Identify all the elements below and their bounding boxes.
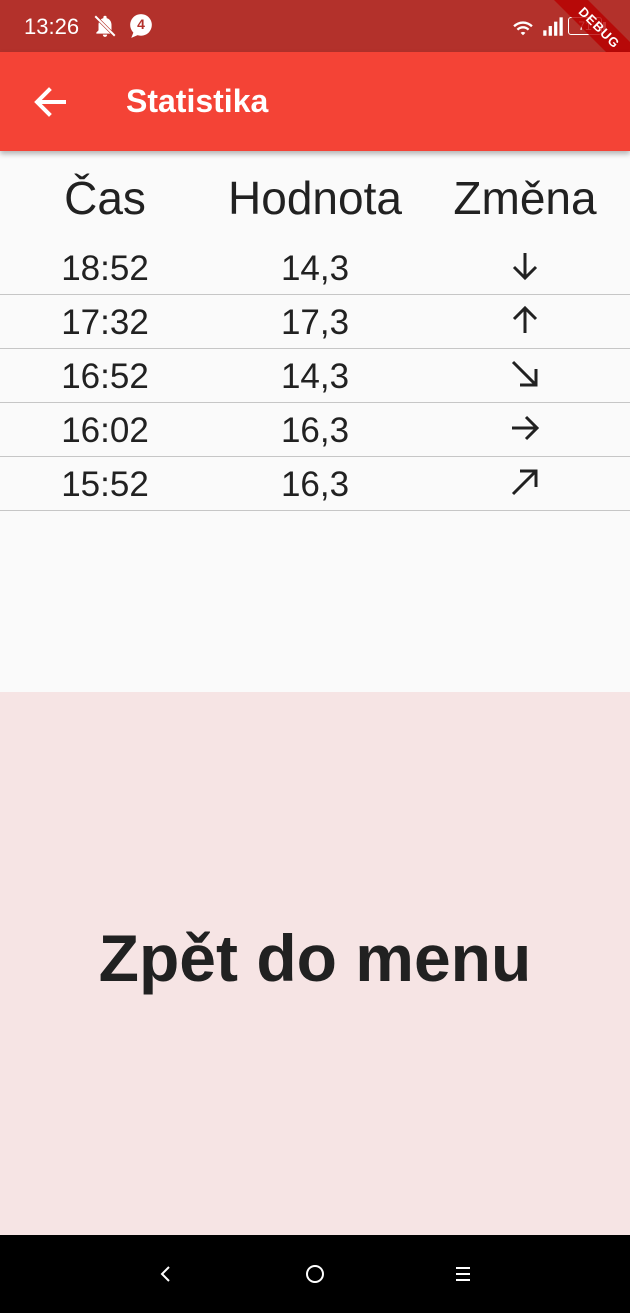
table-row: 16:52 14,3: [0, 349, 630, 403]
row-value: 14,3: [280, 249, 350, 288]
row-time: 16:52: [61, 357, 149, 396]
app-bar: Statistika: [0, 52, 630, 151]
back-to-menu-button[interactable]: Zpět do menu: [0, 692, 630, 1235]
chat-badge-icon: 4: [128, 13, 154, 39]
row-time: 17:32: [61, 303, 149, 342]
table-row: 18:52 14,3: [0, 241, 630, 295]
row-value: 17,3: [280, 303, 350, 342]
arrow-down-icon: [512, 253, 538, 281]
page-title: Statistika: [126, 83, 269, 119]
row-value: 16,3: [280, 411, 350, 450]
row-time: 15:52: [61, 465, 149, 504]
header-value: Hodnota: [228, 172, 402, 224]
row-value: 16,3: [280, 465, 350, 504]
signal-icon: [543, 17, 563, 36]
notifications-off-icon: [94, 15, 116, 37]
back-nav-icon[interactable]: [151, 1259, 181, 1289]
arrow-up-right-icon: [511, 469, 538, 496]
statistics-table: Čas Hodnota Změna 18:52 14,3 17:32 17,3 …: [0, 151, 630, 511]
header-time: Čas: [64, 172, 146, 224]
arrow-down-right-icon: [511, 360, 538, 387]
row-time: 18:52: [61, 249, 149, 288]
row-value: 14,3: [280, 357, 350, 396]
status-time: 13:26: [24, 14, 80, 39]
header-change: Změna: [453, 172, 597, 224]
navigation-bar: [0, 1235, 630, 1313]
table-header-row: Čas Hodnota Změna: [0, 151, 630, 241]
arrow-back-icon[interactable]: [20, 72, 80, 132]
home-nav-icon[interactable]: [300, 1259, 330, 1289]
wifi-icon: [513, 21, 533, 36]
table-row: 17:32 17,3: [0, 295, 630, 349]
notification-count: 4: [137, 16, 145, 32]
table-row: 16:02 16,3: [0, 403, 630, 457]
recents-nav-icon[interactable]: [448, 1259, 478, 1289]
table-row: 15:52 16,3: [0, 457, 630, 511]
status-bar: 13:26 4 71 DEBUG: [0, 0, 630, 90]
arrow-right-icon: [512, 415, 540, 441]
back-to-menu-label: Zpět do menu: [98, 921, 532, 995]
arrow-up-icon: [512, 305, 538, 333]
row-time: 16:02: [61, 411, 149, 450]
